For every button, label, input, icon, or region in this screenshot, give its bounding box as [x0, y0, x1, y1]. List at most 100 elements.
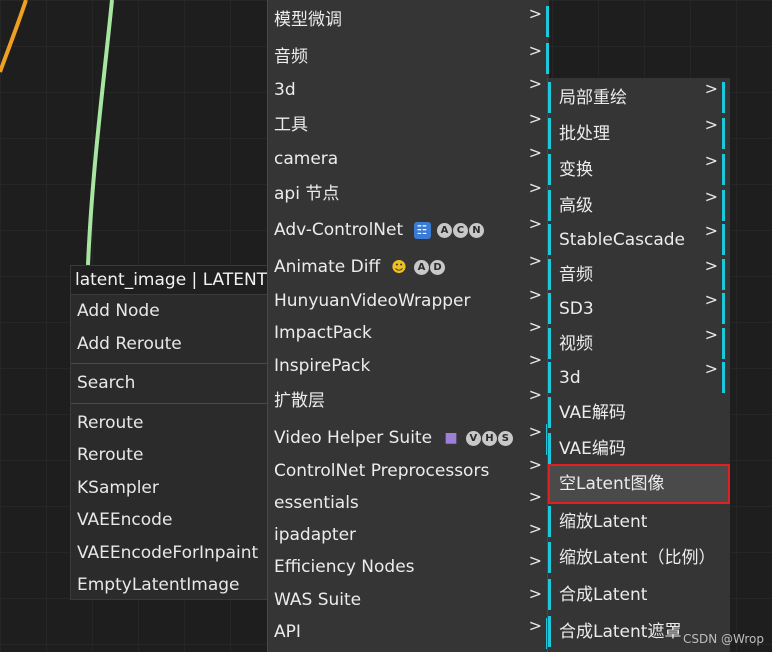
latent-wire: [86, 0, 114, 266]
menu-item-label: VAE编码: [559, 439, 626, 459]
menu-item-label: HunyuanVideoWrapper: [274, 291, 471, 311]
menu-item-impactpack[interactable]: ImpactPack >: [268, 317, 549, 350]
menu-item-label: 3d: [559, 368, 581, 388]
submenu-item-audio[interactable]: 音频 >: [548, 256, 728, 293]
theater-masks-icon: ☻: [391, 257, 407, 276]
menu-item-label: 批处理: [559, 124, 610, 144]
vaeencodeforinpaint-item[interactable]: VAEEncodeForInpaint: [71, 537, 271, 570]
menu-accent-bar: [548, 328, 551, 359]
submenu-item-latent-composite[interactable]: 合成Latent: [548, 577, 728, 613]
chevron-right-icon: >: [528, 4, 542, 23]
menu-accent-bar: [548, 293, 551, 324]
menu-item-label: api 节点: [274, 184, 340, 204]
add-reroute-item[interactable]: Add Reroute: [71, 328, 271, 361]
chevron-right-icon: >: [704, 325, 718, 344]
menu-item-label: 合成Latent: [559, 585, 648, 605]
menu-accent-bar: [722, 362, 725, 393]
menu-item-label: SD3: [559, 299, 594, 319]
vaeencode-item[interactable]: VAEEncode: [71, 504, 271, 537]
chevron-right-icon: >: [704, 359, 718, 378]
submenu-item-advanced[interactable]: 高级 >: [548, 187, 728, 224]
menu-item-tools[interactable]: 工具 >: [268, 109, 549, 142]
menu-item-label: 音频: [274, 47, 308, 67]
menu-item-label: InspirePack: [274, 356, 371, 376]
menu-item-label: StableCascade: [559, 230, 686, 250]
badge-v: V: [465, 430, 481, 446]
menu-accent-bar: [722, 328, 725, 359]
submenu-item-inpaint[interactable]: 局部重绘 >: [548, 79, 728, 116]
menu-item-label: API: [274, 622, 301, 642]
chevron-right-icon: >: [528, 109, 542, 128]
chevron-right-icon: >: [528, 487, 542, 506]
menu-item-label-group: Adv-ControlNet ☷ ACN: [274, 214, 484, 247]
menu-item-label: 缩放Latent（比例）: [559, 548, 716, 568]
search-item[interactable]: Search: [71, 367, 271, 400]
reroute-item[interactable]: Reroute: [71, 439, 271, 472]
menu-item-hunyuanvideowrapper[interactable]: HunyuanVideoWrapper >: [268, 285, 549, 318]
submenu-item-upscale-latent[interactable]: 缩放Latent: [548, 504, 728, 540]
menu-item-diffusion-layer[interactable]: 扩散层 >: [268, 385, 549, 418]
submenu-item-vae-decode[interactable]: VAE解码: [548, 395, 728, 431]
menu-item-label: Animate Diff: [274, 257, 381, 277]
menu-accent-bar: [548, 579, 551, 610]
menu-item-api[interactable]: API >: [268, 616, 549, 649]
menu-accent-bar: [722, 190, 725, 221]
ksampler-item[interactable]: KSampler: [71, 472, 271, 505]
menu-item-3d[interactable]: 3d >: [268, 74, 549, 107]
menu-item-label: 缩放Latent: [559, 512, 648, 532]
menu-item-api-nodes[interactable]: api 节点 >: [268, 178, 549, 211]
chevron-right-icon: >: [528, 251, 542, 270]
chevron-right-icon: >: [528, 616, 542, 635]
menu-accent-bar: [722, 259, 725, 290]
submenu-item-empty-latent-image[interactable]: 空Latent图像: [548, 464, 730, 504]
submenu-item-video[interactable]: 视频 >: [548, 325, 728, 362]
submenu-item-sd3[interactable]: SD3 >: [548, 290, 728, 327]
menu-item-was-suite[interactable]: WAS Suite >: [268, 584, 549, 617]
chevron-right-icon: >: [704, 256, 718, 275]
menu-item-animate-diff[interactable]: Animate Diff ☻ AD >: [268, 251, 549, 284]
submenu-item-vae-encode[interactable]: VAE编码: [548, 431, 728, 467]
chevron-right-icon: >: [528, 178, 542, 197]
submenu-item-batch[interactable]: 批处理 >: [548, 115, 728, 152]
add-node-item[interactable]: Add Node: [71, 295, 271, 328]
menu-item-efficiency-nodes[interactable]: Efficiency Nodes >: [268, 551, 549, 584]
menu-accent-bar: [548, 82, 551, 113]
emptylatentimage-item[interactable]: EmptyLatentImage: [71, 569, 271, 602]
chevron-right-icon: >: [528, 350, 542, 369]
menu-item-controlnet-preprocessors[interactable]: ControlNet Preprocessors >: [268, 455, 549, 488]
menu-item-label: 变换: [559, 160, 593, 180]
watermark: CSDN @Wrop: [683, 632, 764, 646]
chevron-right-icon: >: [528, 519, 542, 538]
menu-item-inspirepack[interactable]: InspirePack >: [268, 350, 549, 383]
badge-h: H: [481, 430, 497, 446]
model-wire: [0, 0, 28, 73]
menu-accent-bar: [722, 82, 725, 113]
submenu-item-stablecascade[interactable]: StableCascade >: [548, 221, 728, 258]
menu-item-camera[interactable]: camera >: [268, 143, 549, 176]
menu-item-model-finetune[interactable]: 模型微调 >: [268, 4, 549, 37]
badge-d: D: [429, 259, 445, 275]
menu-item-essentials[interactable]: essentials >: [268, 487, 549, 520]
menu-item-adv-controlnet[interactable]: Adv-ControlNet ☷ ACN >: [268, 214, 549, 247]
menu-item-audio[interactable]: 音频 >: [268, 41, 549, 74]
menu-divider: [71, 402, 271, 404]
menu-accent-bar: [548, 397, 551, 428]
latent-submenu: 局部重绘 > 批处理 > 变换 > 高级 > StableCascade > 音…: [547, 78, 730, 652]
chevron-right-icon: >: [528, 551, 542, 570]
submenu-item-upscale-latent-by[interactable]: 缩放Latent（比例）: [548, 540, 728, 576]
reroute-item[interactable]: Reroute: [71, 407, 271, 440]
menu-item-label: 扩散层: [274, 391, 325, 411]
chevron-right-icon: >: [528, 41, 542, 60]
chevron-right-icon: >: [704, 115, 718, 134]
chevron-right-icon: >: [704, 79, 718, 98]
menu-item-ipadapter[interactable]: ipadapter >: [268, 519, 549, 552]
submenu-item-transform[interactable]: 变换 >: [548, 151, 728, 188]
menu-item-label: essentials: [274, 493, 359, 513]
chevron-right-icon: >: [704, 290, 718, 309]
badge-s: S: [497, 430, 513, 446]
submenu-item-3d[interactable]: 3d >: [548, 359, 728, 396]
menu-accent-bar: [548, 506, 551, 537]
menu-item-video-helper-suite[interactable]: Video Helper Suite ■ VHS >: [268, 422, 549, 455]
menu-item-label-group: Animate Diff ☻ AD: [274, 251, 445, 284]
menu-item-label-group: Video Helper Suite ■ VHS: [274, 422, 513, 455]
